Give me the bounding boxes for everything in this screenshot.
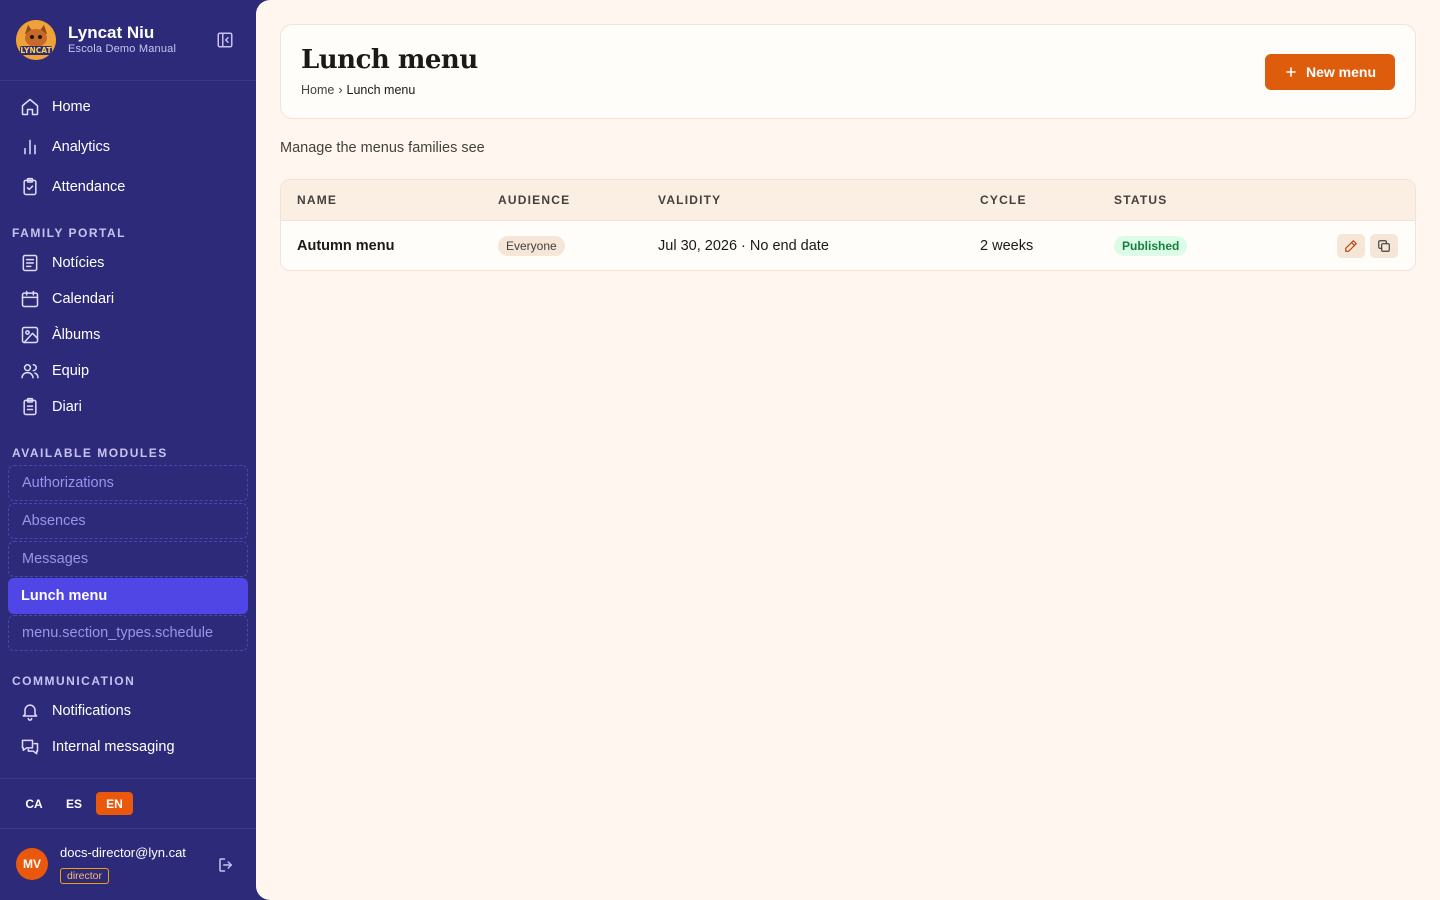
sidebar: LYNCAT Lyncat Niu Escola Demo Manual Hom… (0, 0, 256, 900)
module-lunch-menu[interactable]: Lunch menu (8, 578, 248, 614)
nav-label: Equip (52, 363, 90, 379)
page-header: Lunch menu Home › Lunch menu New menu (280, 24, 1416, 119)
page-title: Lunch menu (301, 45, 478, 75)
table-header: NAME AUDIENCE VALIDITY CYCLE STATUS (281, 180, 1415, 221)
sidebar-footer: CA ES EN MV docs-director@lyn.cat direct… (0, 778, 256, 900)
column-header-validity: VALIDITY (658, 193, 722, 207)
nav-item-equip[interactable]: Equip (12, 355, 248, 387)
collapse-sidebar-icon[interactable] (216, 31, 234, 49)
duplicate-button[interactable] (1370, 234, 1398, 258)
nav-label: Àlbums (52, 327, 101, 343)
module-absences[interactable]: Absences (8, 503, 248, 539)
nav-label: Diari (52, 399, 82, 415)
copy-icon (1378, 240, 1390, 252)
new-menu-label: New menu (1305, 64, 1376, 80)
nav-label: Internal messaging (52, 739, 175, 755)
nav-item-analytics[interactable]: Analytics (12, 131, 248, 163)
nav-label: Analytics (52, 139, 111, 155)
section-title-available-modules: AVAILABLE MODULES (12, 446, 168, 460)
messages-icon (21, 739, 39, 755)
brand-logo[interactable]: LYNCAT (16, 20, 56, 60)
nav-item-internal-messaging[interactable]: Internal messaging (12, 731, 248, 763)
users-icon (21, 364, 39, 379)
module-schedule[interactable]: menu.section_types.schedule (8, 615, 248, 651)
breadcrumb-separator: › (338, 83, 343, 97)
language-en[interactable]: EN (96, 792, 133, 815)
brand-header: LYNCAT Lyncat Niu Escola Demo Manual (0, 0, 256, 81)
nav-item-calendari[interactable]: Calendari (12, 283, 248, 315)
nav-item-noticies[interactable]: Notícies (12, 247, 248, 279)
logout-icon[interactable] (217, 856, 235, 874)
breadcrumb-current: Lunch menu (346, 83, 416, 97)
role-badge: director (60, 868, 110, 884)
home-icon (21, 98, 39, 116)
image-icon (21, 326, 39, 344)
page-subtitle: Manage the menus families see (280, 140, 485, 156)
menus-table: NAME AUDIENCE VALIDITY CYCLE STATUS Autu… (280, 179, 1416, 271)
svg-text:LYNCAT: LYNCAT (20, 46, 52, 55)
edit-button[interactable] (1337, 234, 1365, 258)
audience-badge: Everyone (498, 236, 565, 256)
cell-name: Autumn menu (297, 238, 395, 254)
module-authorizations[interactable]: Authorizations (8, 465, 248, 501)
section-title-family-portal: FAMILY PORTAL (12, 226, 126, 240)
nav-item-attendance[interactable]: Attendance (12, 171, 248, 203)
breadcrumb-home[interactable]: Home (301, 83, 334, 97)
breadcrumb: Home › Lunch menu (301, 83, 415, 97)
school-name: Escola Demo Manual (68, 43, 177, 55)
plus-icon (1286, 67, 1296, 77)
newspaper-icon (22, 254, 38, 272)
calendar-icon (21, 290, 39, 308)
status-badge: Published (1114, 236, 1188, 256)
nav-item-home[interactable]: Home (12, 91, 248, 123)
column-header-cycle: CYCLE (980, 193, 1027, 207)
pencil-icon (1345, 240, 1357, 252)
module-messages[interactable]: Messages (8, 541, 248, 577)
column-header-status: STATUS (1114, 193, 1168, 207)
app-name: Lyncat Niu (68, 23, 155, 42)
cell-cycle: 2 weeks (980, 238, 1034, 254)
bar-chart-icon (24, 139, 36, 155)
nav-label: Home (52, 99, 91, 115)
nav-label: Attendance (52, 179, 126, 195)
divider (0, 828, 256, 829)
nav-item-diari[interactable]: Diari (12, 391, 248, 423)
main-content: Lunch menu Home › Lunch menu New menu Ma… (256, 0, 1440, 900)
clipboard-check-icon (23, 177, 37, 196)
table-row[interactable]: Autumn menu Everyone Jul 30, 2026 · No e… (281, 221, 1415, 270)
column-header-audience: AUDIENCE (498, 193, 571, 207)
avatar[interactable]: MV (16, 848, 48, 880)
new-menu-button[interactable]: New menu (1265, 54, 1395, 90)
clipboard-list-icon (23, 397, 37, 416)
nav-label: Calendari (52, 291, 115, 307)
cell-validity: Jul 30, 2026 · No end date (658, 238, 829, 254)
nav-label: Notícies (52, 255, 105, 271)
nav-item-notifications[interactable]: Notifications (12, 695, 248, 727)
user-email: docs-director@lyn.cat (60, 845, 186, 860)
language-ca[interactable]: CA (16, 792, 52, 815)
nav-item-albums[interactable]: Àlbums (12, 319, 248, 351)
bell-icon (22, 704, 38, 721)
language-es[interactable]: ES (56, 792, 92, 815)
nav-label: Notifications (52, 703, 131, 719)
section-title-communication: COMMUNICATION (12, 674, 136, 688)
column-header-name: NAME (297, 193, 338, 207)
